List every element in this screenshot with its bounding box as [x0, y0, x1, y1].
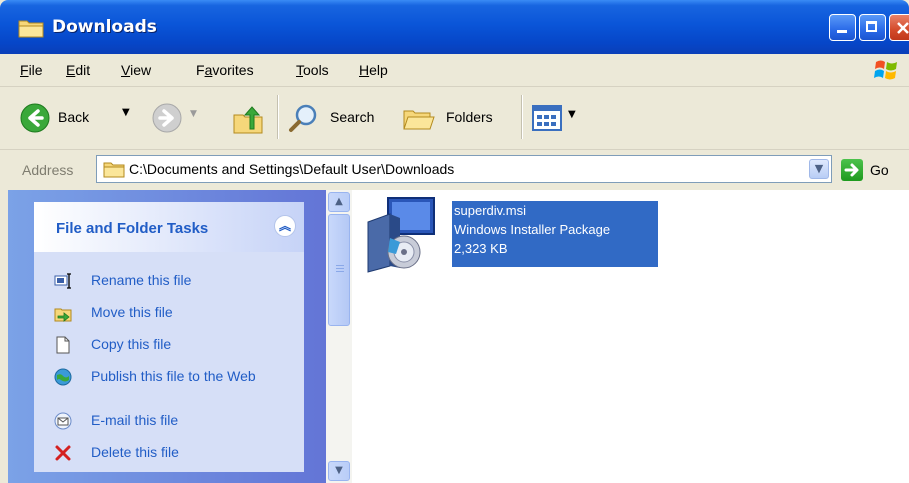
delete-icon — [55, 445, 71, 461]
file-name: superdiv.msi — [454, 203, 527, 218]
toolbar: Back ▼ ▼ Search Folders ▼ — [0, 87, 909, 150]
installer-package-icon — [367, 197, 435, 273]
publish-web-icon — [54, 368, 72, 386]
up-folder-icon[interactable] — [232, 105, 264, 135]
folder-icon — [18, 20, 44, 38]
views-dropdown-icon: ▼ — [568, 109, 576, 120]
close-icon — [897, 22, 909, 34]
task-panel-title: File and Folder Tasks — [56, 220, 209, 237]
go-arrow-icon — [844, 163, 859, 177]
folders-label: Folders — [446, 109, 493, 125]
file-size: 2,323 KB — [454, 241, 508, 256]
collapse-chevron-icon[interactable]: ︽ — [274, 215, 296, 237]
task-panel-header[interactable]: File and Folder Tasks ︽ — [34, 202, 304, 252]
task-publish-label: Publish this file to the Web — [91, 368, 256, 384]
menu-edit-label: dit — [75, 62, 91, 78]
file-item[interactable]: superdiv.msi Windows Installer Package 2… — [360, 196, 660, 276]
menu-tools-mnemonic: T — [296, 62, 303, 78]
menu-view-mnemonic: V — [121, 62, 131, 78]
forward-button[interactable]: ▼ — [152, 101, 212, 135]
title-bar[interactable]: Downloads — [0, 0, 909, 54]
toolbar-separator — [521, 95, 523, 139]
menu-view[interactable]: View — [121, 62, 151, 78]
back-button[interactable]: Back ▼ — [20, 101, 148, 135]
content-area: File and Folder Tasks ︽ Rename this file — [8, 190, 909, 483]
move-icon — [54, 308, 72, 322]
views-button[interactable]: ▼ — [532, 101, 588, 135]
address-value: C:\Documents and Settings\Default User\D… — [129, 161, 455, 177]
search-label: Search — [330, 109, 375, 125]
forward-dropdown-icon[interactable]: ▼ — [190, 109, 197, 119]
menu-favorites-pre: F — [196, 62, 205, 78]
file-details: superdiv.msi Windows Installer Package 2… — [452, 201, 658, 267]
file-folder-tasks-panel: File and Folder Tasks ︽ Rename this file — [34, 202, 304, 472]
views-grid-icon — [532, 105, 562, 131]
menu-help-label: elp — [369, 62, 388, 78]
scroll-down-icon[interactable]: ▼ — [328, 461, 350, 481]
menu-favorites-label: vorites — [212, 62, 254, 78]
menu-edit[interactable]: Edit — [66, 62, 90, 78]
toolbar-separator — [277, 95, 279, 139]
folder-icon — [103, 162, 125, 178]
minimize-button[interactable] — [829, 14, 856, 41]
menu-bar: File Edit View Favorites Tools Help — [0, 54, 909, 87]
folders-button[interactable]: Folders — [402, 101, 510, 135]
back-label: Back — [58, 109, 90, 125]
windows-logo-icon — [874, 60, 897, 80]
grip-line — [336, 271, 344, 272]
scroll-up-icon[interactable]: ▲ — [328, 192, 350, 212]
search-icon — [289, 104, 317, 132]
task-rename-label: Rename this file — [91, 272, 192, 288]
explorer-window: Downloads File Edit View Favorites Tools… — [0, 0, 909, 483]
address-label: Address — [22, 162, 74, 178]
address-input[interactable]: C:\Documents and Settings\Default User\D… — [96, 155, 832, 183]
go-label[interactable]: Go — [870, 162, 889, 178]
go-button[interactable] — [841, 159, 863, 181]
address-bar: Address C:\Documents and Settings\Defaul… — [0, 150, 909, 190]
window-title: Downloads — [52, 17, 157, 37]
rename-icon — [54, 273, 71, 289]
menu-tools[interactable]: Tools — [296, 62, 329, 78]
menu-file-label: ile — [28, 62, 43, 78]
scrollbar-thumb[interactable] — [328, 214, 350, 326]
email-icon — [54, 412, 72, 430]
back-arrow-icon — [20, 103, 50, 133]
menu-file-mnemonic: F — [20, 62, 29, 78]
grip-line — [336, 265, 344, 266]
menu-help[interactable]: Help — [359, 62, 388, 78]
menu-help-mnemonic: H — [359, 62, 370, 78]
copy-icon — [56, 336, 70, 354]
task-copy-label: Copy this file — [91, 336, 172, 352]
minimize-icon — [837, 30, 847, 33]
chevron-down-icon[interactable]: ▼ — [809, 159, 829, 179]
maximize-icon — [866, 21, 877, 32]
menu-view-label: iew — [130, 62, 152, 78]
file-list[interactable]: superdiv.msi Windows Installer Package 2… — [352, 190, 909, 483]
task-delete-label: Delete this file — [91, 444, 179, 460]
back-dropdown-icon[interactable]: ▼ — [122, 107, 130, 118]
task-move-label: Move this file — [91, 304, 173, 320]
grip-line — [336, 268, 344, 269]
file-type: Windows Installer Package — [454, 222, 611, 237]
forward-arrow-icon — [152, 103, 182, 133]
vertical-scrollbar[interactable]: ▲ ▼ — [326, 190, 352, 483]
folders-icon — [403, 110, 435, 130]
menu-favorites[interactable]: Favorites — [196, 62, 254, 78]
maximize-button[interactable] — [859, 14, 886, 41]
search-button[interactable]: Search — [288, 101, 388, 135]
task-pane: File and Folder Tasks ︽ Rename this file — [8, 190, 326, 483]
close-button[interactable] — [889, 14, 909, 41]
menu-edit-mnemonic: E — [66, 62, 76, 78]
task-email-label: E-mail this file — [91, 412, 179, 428]
menu-file[interactable]: File — [20, 62, 43, 78]
menu-tools-label: ools — [303, 62, 329, 78]
